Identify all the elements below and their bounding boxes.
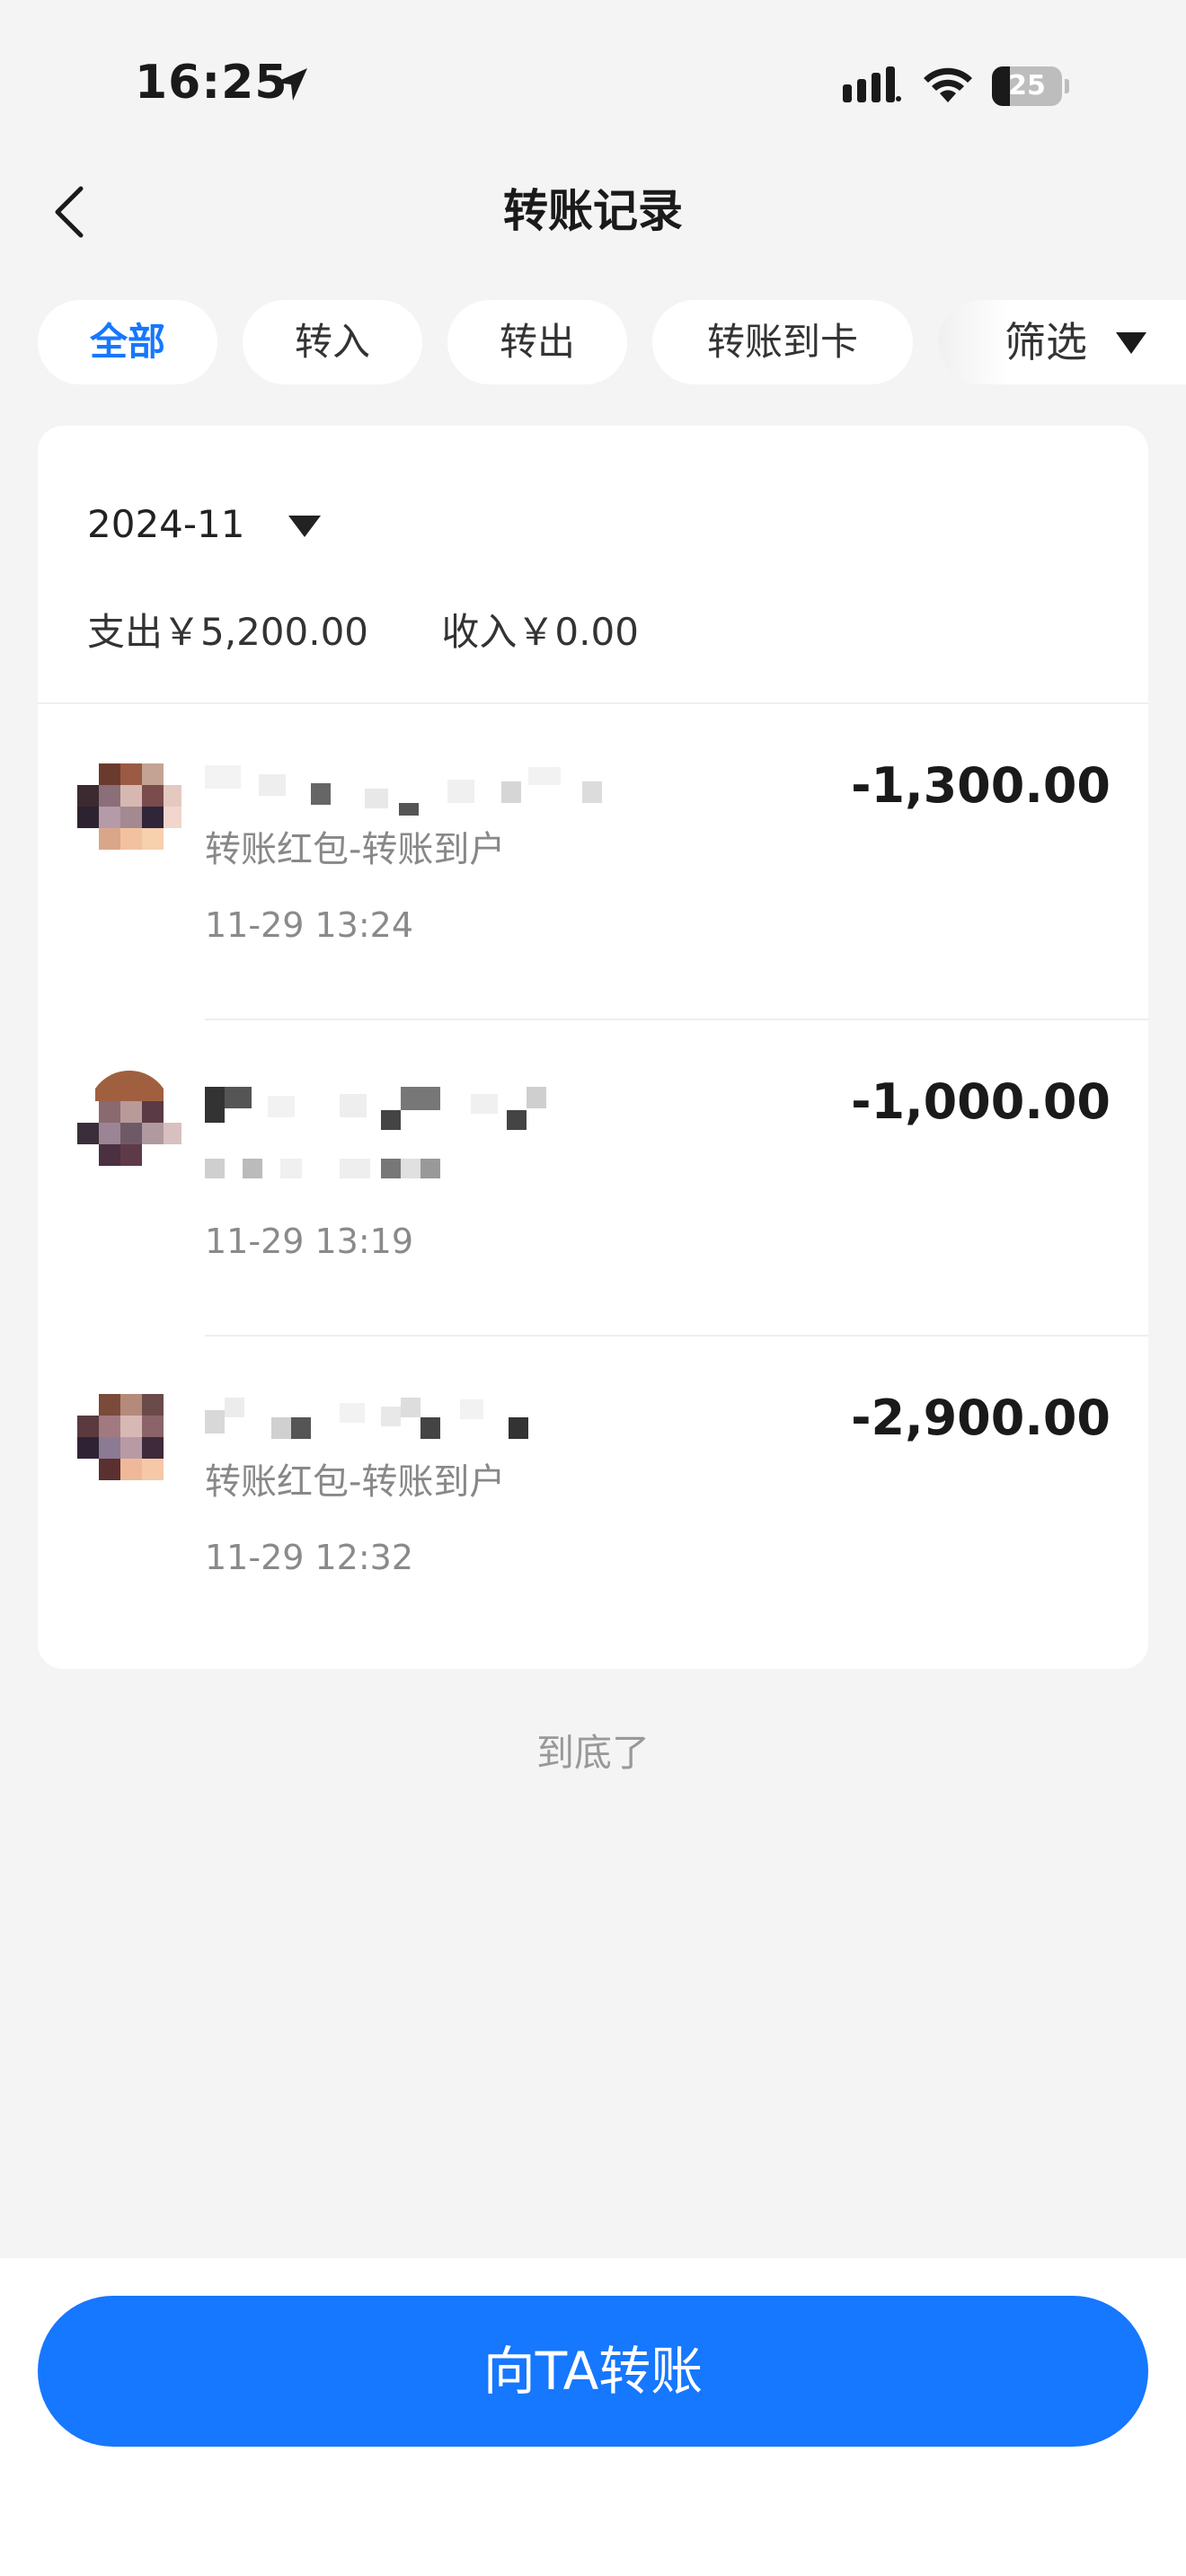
transaction-time: 11-29 12:32 xyxy=(205,1538,414,1577)
expense-total: 支出￥5,200.00 xyxy=(87,610,369,654)
month-label: 2024-11 xyxy=(87,502,245,546)
status-bar: 16:25 25 xyxy=(0,0,1186,171)
transaction-amount: -1,300.00 xyxy=(851,757,1111,814)
counterparty-name-redacted xyxy=(205,1087,546,1130)
counterparty-name-redacted xyxy=(205,1398,528,1439)
transfer-to-them-button[interactable]: 向TA转账 xyxy=(38,2296,1148,2447)
status-time: 16:25 xyxy=(135,56,288,110)
tab-to-card[interactable]: 转账到卡 xyxy=(652,300,913,384)
month-selector[interactable]: 2024-11 xyxy=(87,498,321,551)
transaction-row[interactable]: -1,000.00 11-29 13:19 xyxy=(38,1020,1148,1337)
avatar xyxy=(77,763,181,850)
income-total: 收入￥0.00 xyxy=(441,610,639,654)
location-arrow-icon xyxy=(275,68,307,101)
battery-icon: 25 xyxy=(992,66,1069,106)
transaction-amount: -1,000.00 xyxy=(851,1073,1111,1130)
bottom-bar: 向TA转账 xyxy=(0,2258,1186,2576)
end-of-list-label: 到底了 xyxy=(535,1731,650,1775)
avatar xyxy=(77,1394,164,1480)
transaction-description: 转账红包-转账到户 xyxy=(205,1461,506,1503)
wifi-icon xyxy=(924,67,972,102)
transaction-amount: -2,900.00 xyxy=(851,1389,1111,1446)
filter-label: 筛选 xyxy=(1005,318,1087,366)
filter-button[interactable]: 筛选 xyxy=(938,300,1186,384)
transaction-description: 转账红包-转账到户 xyxy=(205,829,506,870)
tab-outgoing[interactable]: 转出 xyxy=(447,300,627,384)
transaction-time: 11-29 13:19 xyxy=(205,1222,414,1261)
tab-all[interactable]: 全部 xyxy=(38,300,217,384)
avatar xyxy=(77,1071,181,1166)
back-chevron-icon[interactable] xyxy=(45,183,99,241)
filter-tabs: 全部 转入 转出 转账到卡 筛选 xyxy=(0,300,1186,384)
month-summary: 支出￥5,200.00 收入￥0.00 xyxy=(87,605,700,659)
transaction-time: 11-29 13:24 xyxy=(205,905,414,945)
caret-down-icon xyxy=(288,516,321,537)
battery-level: 25 xyxy=(1008,70,1046,101)
tab-incoming[interactable]: 转入 xyxy=(243,300,422,384)
transaction-row[interactable]: -1,300.00 转账红包-转账到户 11-29 13:24 xyxy=(38,704,1148,1020)
description-redacted xyxy=(205,1159,440,1178)
page-title: 转账记录 xyxy=(503,185,683,237)
transaction-row[interactable]: -2,900.00 转账红包-转账到户 11-29 12:32 xyxy=(38,1337,1148,1653)
records-card: 2024-11 支出￥5,200.00 收入￥0.00 -1,300.00 转账… xyxy=(38,426,1148,1669)
signal-icon xyxy=(843,66,901,102)
counterparty-name-redacted xyxy=(205,765,602,816)
nav-bar: 转账记录 xyxy=(0,171,1186,251)
caret-down-icon xyxy=(1116,332,1146,354)
